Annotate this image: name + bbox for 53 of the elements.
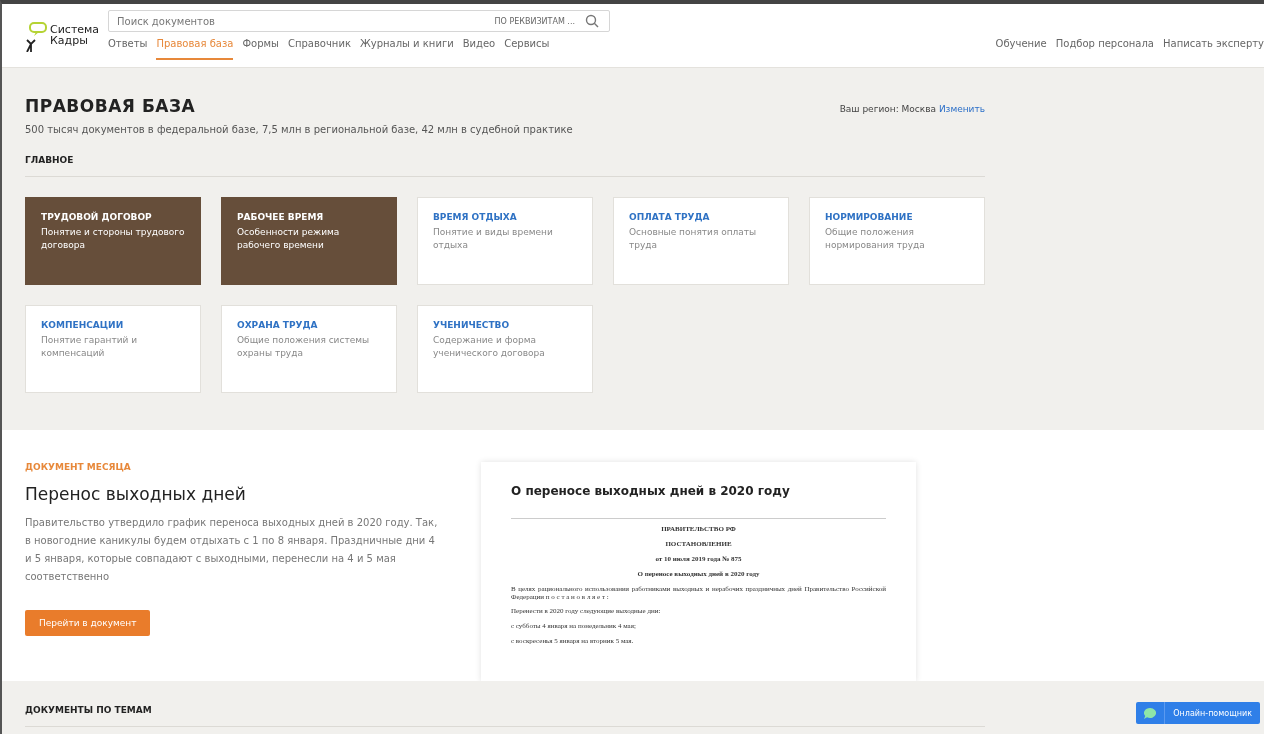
card-text: Содержание и форма ученического договора bbox=[433, 334, 546, 360]
nav-link[interactable]: Обучение bbox=[995, 38, 1047, 60]
card-text: Понятие гарантий и компенсаций bbox=[41, 334, 139, 360]
document-description: Правительство утвердило график переноса выходных дней в 2020 году. Так, в новогодние каникулы будем отдыхать с 1 по 8 января. Праздничные дни 4 и 5 января, которые совпадают с выходными, перенесли на 4 и 5 мая соответственно bbox=[25, 516, 439, 584]
search-filter[interactable]: ПО РЕКВИЗИТАМ ... bbox=[494, 16, 575, 26]
card-title: ТРУДОВОЙ ДОГОВОР bbox=[41, 212, 153, 222]
topic-card[interactable]: ТРУДОВОЙ ДОГОВОР Понятие и стороны трудового договора bbox=[25, 197, 201, 285]
card-title: НОРМИРОВАНИЕ bbox=[825, 212, 914, 222]
topic-card[interactable]: ОХРАНА ТРУДА Общие положения системы охраны труда bbox=[221, 305, 397, 393]
chat-icon bbox=[1144, 707, 1157, 719]
section-label: ДОКУМЕНТ МЕСЯЦА bbox=[25, 462, 132, 472]
card-title: КОМПЕНСАЦИИ bbox=[41, 320, 125, 330]
topic-card[interactable]: УЧЕНИЧЕСТВО Содержание и форма ученического договора bbox=[417, 305, 593, 393]
card-title: ВРЕМЯ ОТДЫХА bbox=[433, 212, 518, 222]
search-icon[interactable] bbox=[585, 14, 599, 28]
topic-card[interactable]: ОПЛАТА ТРУДА Основные понятия оплаты труда bbox=[613, 197, 789, 285]
logo[interactable]: Система Кадры bbox=[24, 14, 108, 52]
card-title: РАБОЧЕЕ ВРЕМЯ bbox=[237, 212, 325, 222]
nav-link[interactable]: Написать эксперту bbox=[1163, 38, 1264, 60]
card-text: Понятие и виды времени отдыха bbox=[433, 226, 554, 252]
card-text: Общие положения системы охраны труда bbox=[237, 334, 371, 360]
topic-card[interactable]: РАБОЧЕЕ ВРЕМЯ Особенности режима рабочего времени bbox=[221, 197, 397, 285]
preview-title: О переносе выходных дней в 2020 году bbox=[511, 484, 791, 498]
card-title: УЧЕНИЧЕСТВО bbox=[433, 320, 511, 330]
page-title: ПРАВОВАЯ БАЗА bbox=[25, 96, 196, 116]
card-title: ОПЛАТА ТРУДА bbox=[629, 212, 711, 222]
document-title: Перенос выходных дней bbox=[25, 484, 247, 504]
nav-tab[interactable]: Видео bbox=[462, 38, 496, 60]
logo-text: Кадры bbox=[50, 35, 89, 46]
nav-tab[interactable]: Журналы и книги bbox=[359, 38, 454, 60]
nav-tab[interactable]: Ответы bbox=[108, 38, 148, 60]
nav-tab[interactable]: Сервисы bbox=[504, 38, 550, 60]
nav-tab[interactable]: Справочник bbox=[287, 38, 351, 60]
card-title: ОХРАНА ТРУДА bbox=[237, 320, 319, 330]
card-text: Понятие и стороны трудового договора bbox=[41, 226, 185, 252]
region-label: Ваш регион: Москва bbox=[839, 104, 936, 114]
nav-link[interactable]: Подбор персонала bbox=[1055, 38, 1154, 60]
card-text: Общие положения нормирования труда bbox=[825, 226, 926, 252]
logo-icon bbox=[24, 22, 48, 52]
topic-card[interactable]: НОРМИРОВАНИЕ Общие положения нормирования труда bbox=[809, 197, 985, 285]
search-field[interactable]: Поиск документов ПО РЕКВИЗИТАМ ... bbox=[108, 10, 610, 32]
logo-text: Система bbox=[50, 24, 100, 35]
topic-card[interactable]: ВРЕМЯ ОТДЫХА Понятие и виды времени отдыха bbox=[417, 197, 593, 285]
section-title: ДОКУМЕНТЫ ПО ТЕМАМ bbox=[25, 705, 153, 715]
nav-tab[interactable]: Формы bbox=[242, 38, 279, 60]
document-preview[interactable] bbox=[481, 462, 916, 681]
card-text: Основные понятия оплаты труда bbox=[629, 226, 758, 252]
topic-card[interactable]: КОМПЕНСАЦИИ Понятие гарантий и компенсаций bbox=[25, 305, 201, 393]
card-text: Особенности режима рабочего времени bbox=[237, 226, 341, 252]
section-title: ГЛАВНОЕ bbox=[25, 155, 75, 165]
page-subtitle: 500 тысяч документов в федеральной базе, 7,5 млн в региональной базе, 42 млн в судебной практике bbox=[25, 124, 574, 135]
online-helper-button[interactable]: Онлайн-помощник bbox=[1136, 702, 1260, 724]
change-region-link[interactable]: Изменить bbox=[938, 104, 985, 114]
